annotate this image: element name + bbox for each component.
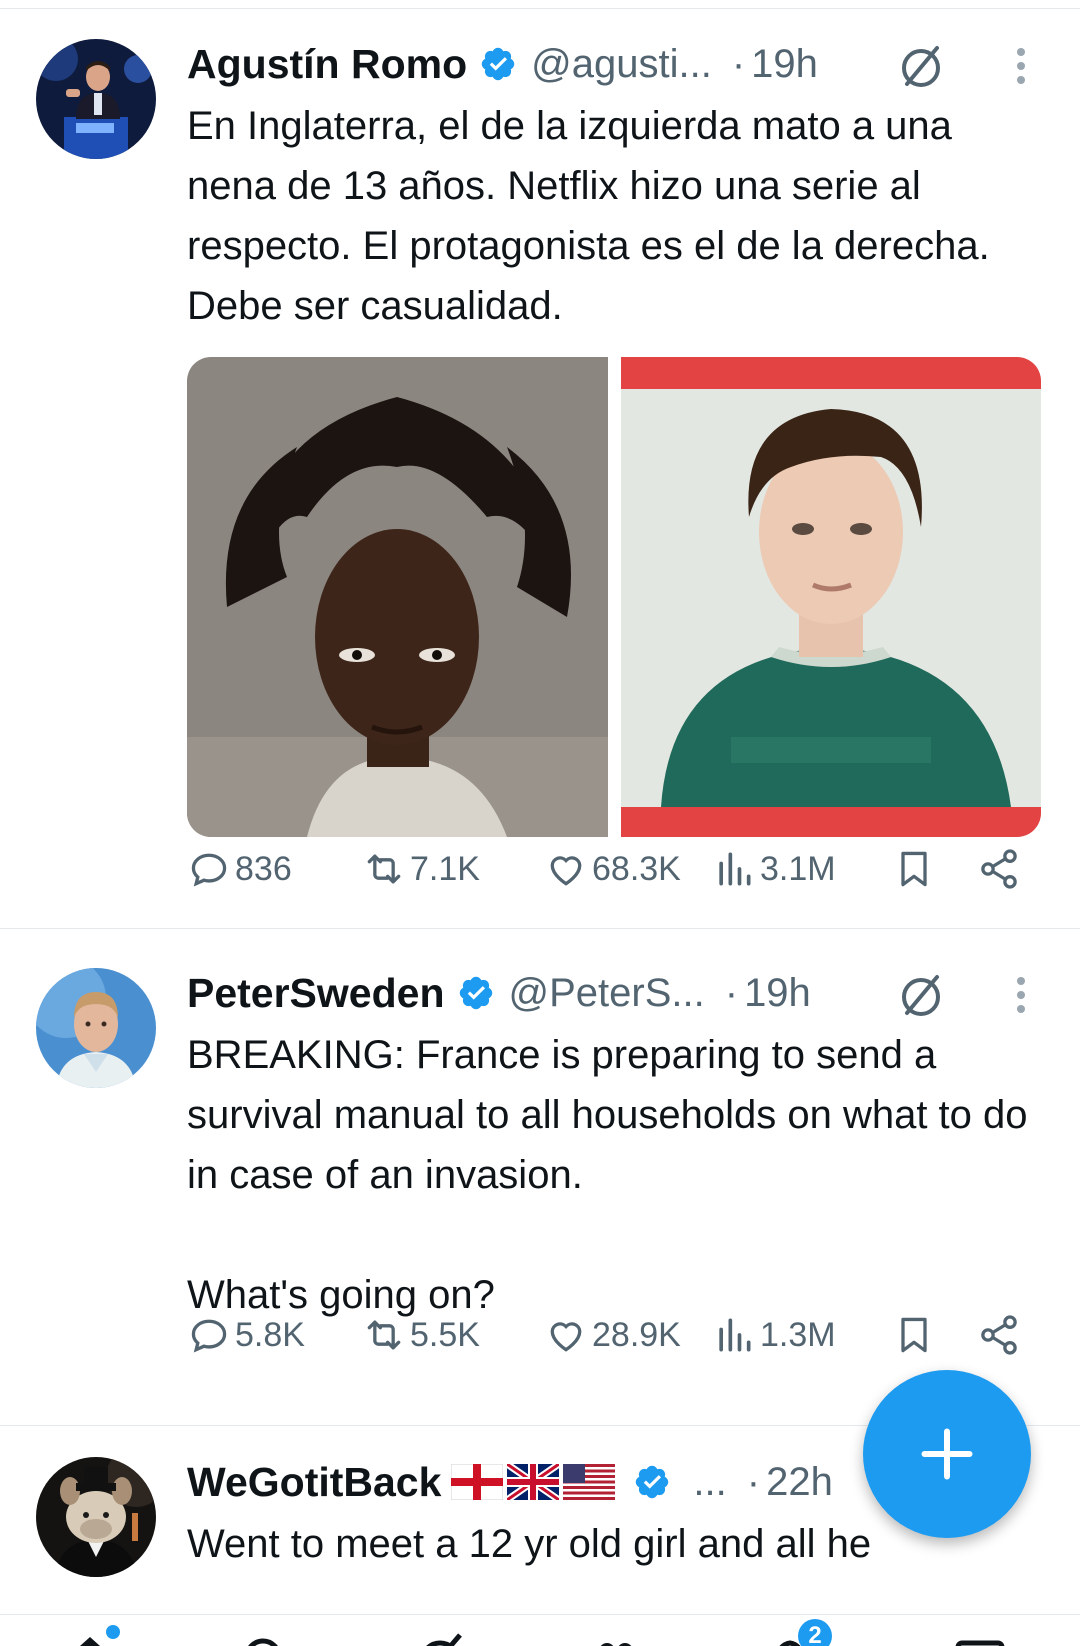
timestamp[interactable]: 22h: [766, 1460, 833, 1505]
search-icon[interactable]: [236, 1627, 296, 1646]
us-flag-icon: [563, 1464, 616, 1500]
like-button[interactable]: 28.9K: [544, 1308, 681, 1362]
reply-button[interactable]: 836: [187, 842, 292, 896]
display-name[interactable]: WeGotitBack: [187, 1459, 441, 1506]
uk-flag-icon: [507, 1464, 560, 1500]
share-button[interactable]: [977, 842, 1025, 896]
tweet[interactable]: PeterSweden @PeterS... · 19h BREAKING: F…: [0, 938, 1080, 1426]
avatar[interactable]: [36, 968, 156, 1088]
like-count: 28.9K: [592, 1315, 681, 1354]
grok-icon[interactable]: [410, 1627, 470, 1646]
display-name[interactable]: Agustín Romo: [187, 41, 467, 88]
reply-count: 836: [235, 849, 292, 888]
home-unread-dot: [106, 1625, 120, 1639]
like-count: 68.3K: [592, 849, 681, 888]
reply-icon: [191, 1319, 227, 1353]
tweet[interactable]: Agustín Romo @agusti... · 19h En Inglate…: [0, 9, 1080, 929]
tweet-text: En Inglaterra, el de la izquierda mato a…: [187, 104, 1001, 328]
share-icon: [981, 849, 1017, 889]
media-photo-left[interactable]: [187, 357, 608, 837]
more-options-icon[interactable]: [1007, 969, 1035, 1021]
avatar[interactable]: [36, 39, 156, 159]
repost-button[interactable]: 5.5K: [362, 1308, 480, 1362]
bookmark-icon: [901, 1317, 927, 1353]
tweet-text: BREAKING: France is preparing to send a …: [187, 1033, 1028, 1317]
share-icon: [981, 1315, 1017, 1355]
heart-icon: [550, 1322, 582, 1352]
tweet-content: PeterSweden @PeterS... · 19h BREAKING: F…: [187, 963, 1050, 1413]
england-flag-icon: [451, 1464, 504, 1500]
reply-count: 5.8K: [235, 1315, 305, 1354]
views-icon: [719, 852, 751, 886]
media-photo-right[interactable]: [620, 357, 1042, 837]
handle[interactable]: ...: [693, 1460, 726, 1505]
grok-icon[interactable]: [895, 40, 947, 92]
verified-badge-icon: [459, 976, 492, 1010]
view-count: 1.3M: [760, 1315, 836, 1354]
timestamp[interactable]: 19h: [751, 42, 818, 87]
repost-count: 7.1K: [410, 849, 480, 888]
separator-dot: ·: [731, 41, 746, 86]
handle[interactable]: @agusti...: [531, 42, 712, 87]
reply-icon: [191, 853, 227, 887]
like-button[interactable]: 68.3K: [544, 842, 681, 896]
timestamp[interactable]: 19h: [744, 971, 811, 1016]
repost-icon: [367, 854, 401, 884]
more-options-icon[interactable]: [1007, 40, 1035, 92]
repost-icon: [367, 1320, 401, 1350]
messages-icon[interactable]: [950, 1627, 1010, 1646]
tweet-content: Agustín Romo @agusti... · 19h En Inglate…: [187, 34, 1050, 914]
heart-icon: [550, 856, 582, 886]
separator-dot: ·: [724, 970, 739, 1015]
bookmark-icon: [901, 851, 927, 887]
bookmark-button[interactable]: [892, 842, 940, 896]
views-icon: [719, 1318, 751, 1352]
view-count: 3.1M: [760, 849, 836, 888]
views-button[interactable]: 1.3M: [712, 1308, 836, 1362]
share-button[interactable]: [977, 1308, 1025, 1362]
grok-icon[interactable]: [895, 969, 947, 1021]
notifications-badge: 2: [798, 1619, 832, 1646]
repost-button[interactable]: 7.1K: [362, 842, 480, 896]
avatar[interactable]: [36, 1457, 156, 1577]
bottom-nav: 2: [0, 1615, 1080, 1646]
communities-icon[interactable]: [585, 1627, 645, 1646]
separator-dot: ·: [746, 1459, 761, 1504]
display-name[interactable]: PeterSweden: [187, 970, 445, 1017]
plus-icon: [921, 1428, 973, 1480]
reply-button[interactable]: 5.8K: [187, 1308, 305, 1362]
handle[interactable]: @PeterS...: [509, 971, 705, 1016]
repost-count: 5.5K: [410, 1315, 480, 1354]
verified-badge-icon: [481, 47, 515, 81]
tweet-actions: 836 7.1K 68.3K 3.1M: [187, 842, 1050, 896]
bookmark-button[interactable]: [892, 1308, 940, 1362]
compose-button[interactable]: [863, 1370, 1031, 1538]
verified-badge-icon: [636, 1465, 669, 1499]
tweet-media[interactable]: [187, 357, 1041, 837]
views-button[interactable]: 3.1M: [712, 842, 836, 896]
tweet-actions: 5.8K 5.5K 28.9K 1.3M: [187, 1308, 1050, 1362]
